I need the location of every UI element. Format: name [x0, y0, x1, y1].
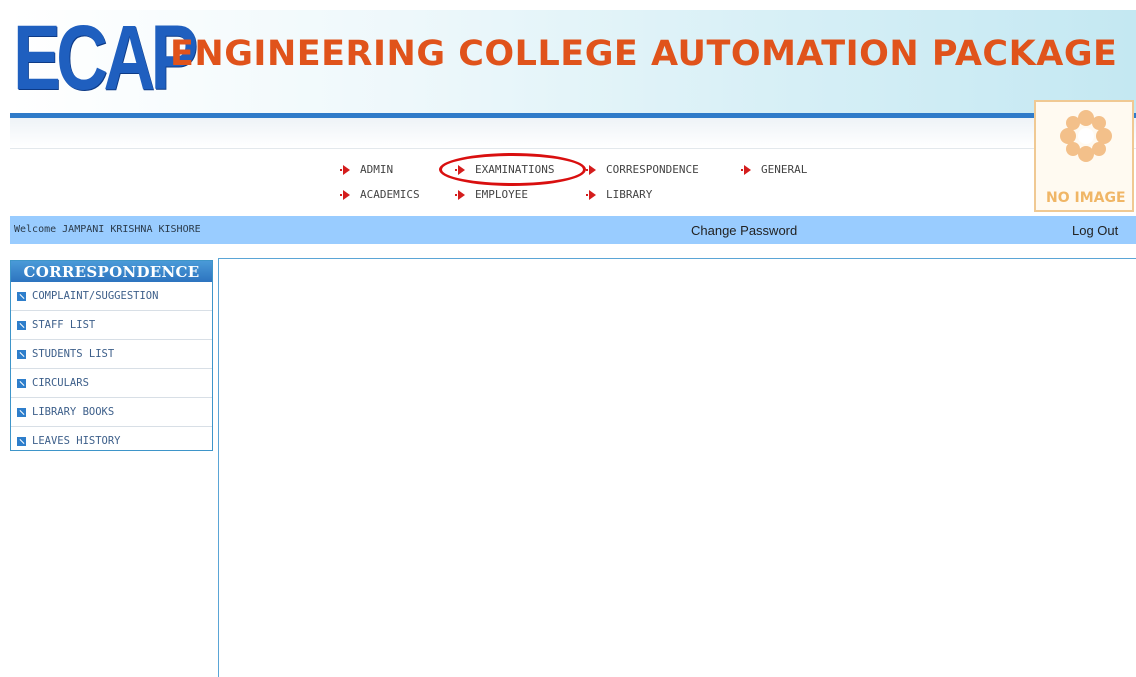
arrow-icon [455, 189, 465, 200]
link-arrow-icon [17, 407, 26, 417]
nav-admin-label: ADMIN [360, 163, 394, 176]
sidebar-item-label: STAFF LIST [32, 319, 96, 331]
nav-library-label: LIBRARY [606, 188, 653, 201]
sidebar-item-label: COMPLAINT/SUGGESTION [32, 290, 159, 302]
sidebar-item-label: LIBRARY BOOKS [32, 406, 115, 418]
sidebar-item-staff-list[interactable]: STAFF LIST [11, 311, 212, 340]
highlight-ellipse [439, 153, 586, 186]
no-image-label: NO IMAGE [1046, 190, 1126, 206]
sidebar-item-complaint-suggestion[interactable]: COMPLAINT/SUGGESTION [11, 282, 212, 311]
nav-general[interactable]: GENERAL [741, 163, 808, 176]
nav-admin[interactable]: ADMIN [340, 163, 394, 176]
welcome-bar: Welcome JAMPANI KRISHNA KISHORE Change P… [10, 216, 1136, 244]
sidebar-title: CORRESPONDENCE [11, 261, 212, 282]
link-arrow-icon [17, 320, 26, 330]
arrow-icon [340, 164, 350, 175]
ecap-logo: ECAP [13, 7, 198, 109]
link-arrow-icon [17, 349, 26, 359]
nav-correspondence[interactable]: CORRESPONDENCE [586, 163, 699, 176]
arrow-icon [340, 189, 350, 200]
link-arrow-icon [17, 436, 26, 446]
sidebar-item-students-list[interactable]: STUDENTS LIST [11, 340, 212, 369]
sidebar-item-label: CIRCULARS [32, 377, 89, 389]
sidebar-item-library-books[interactable]: LIBRARY BOOKS [11, 398, 212, 427]
app-title: ENGINEERING COLLEGE AUTOMATION PACKAGE [170, 34, 1118, 74]
link-arrow-icon [17, 291, 26, 301]
banner-strip [10, 118, 1136, 149]
link-arrow-icon [17, 378, 26, 388]
arrow-icon [741, 164, 751, 175]
nav-general-label: GENERAL [761, 163, 808, 176]
sidebar-item-leaves-history[interactable]: LEAVES HISTORY [11, 427, 212, 455]
nav-employee-label: EMPLOYEE [475, 188, 528, 201]
sidebar-item-circulars[interactable]: CIRCULARS [11, 369, 212, 398]
arrow-icon [586, 164, 596, 175]
profile-photo-placeholder: NO IMAGE [1034, 100, 1134, 212]
flower-icon [1060, 110, 1112, 162]
arrow-icon [586, 189, 596, 200]
nav-employee[interactable]: EMPLOYEE [455, 188, 528, 201]
nav-academics[interactable]: ACADEMICS [340, 188, 420, 201]
header-banner: ECAP ENGINEERING COLLEGE AUTOMATION PACK… [10, 7, 1136, 113]
content-frame [218, 258, 1136, 677]
nav-academics-label: ACADEMICS [360, 188, 420, 201]
sidebar-item-label: LEAVES HISTORY [32, 435, 121, 447]
nav-library[interactable]: LIBRARY [586, 188, 653, 201]
sidebar: CORRESPONDENCE COMPLAINT/SUGGESTION STAF… [10, 260, 213, 451]
logout-link[interactable]: Log Out [1072, 223, 1118, 238]
sidebar-item-label: STUDENTS LIST [32, 348, 115, 360]
change-password-link[interactable]: Change Password [691, 223, 797, 238]
welcome-message: Welcome JAMPANI KRISHNA KISHORE [14, 224, 201, 235]
nav-correspondence-label: CORRESPONDENCE [606, 163, 699, 176]
